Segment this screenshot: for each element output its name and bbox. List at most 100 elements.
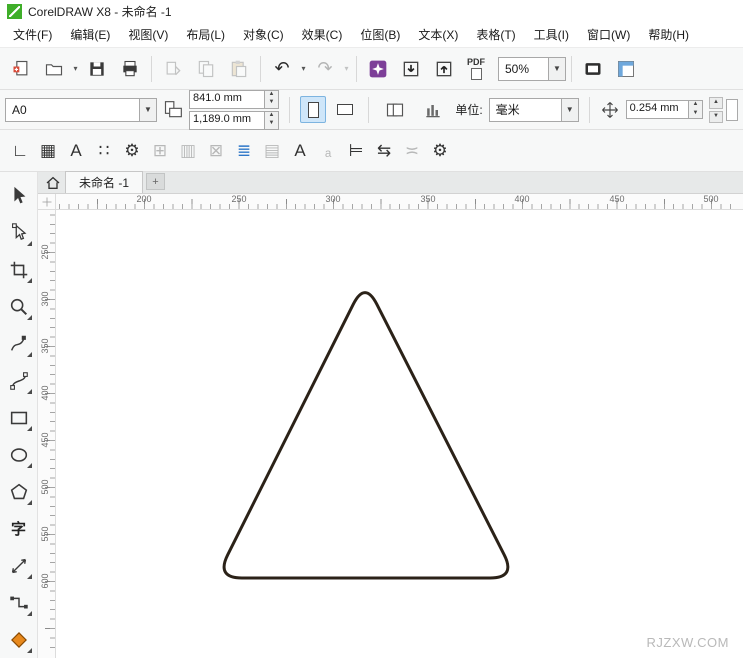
page-width-input[interactable]: 841.0 mm ▲▼ <box>189 90 279 109</box>
chevron-down-icon[interactable]: ▼ <box>561 99 578 121</box>
fullscreen-preview-button[interactable] <box>577 53 609 85</box>
publish-pdf-button[interactable]: PDF <box>461 54 491 84</box>
step-down-icon[interactable]: ▼ <box>265 99 278 108</box>
clipped-toolbar-button[interactable] <box>726 99 738 121</box>
text-format-icon[interactable]: A <box>64 141 88 161</box>
page-width-stepper[interactable]: ▲▼ <box>264 91 278 108</box>
shape-tool[interactable] <box>2 214 36 251</box>
step-up-icon[interactable]: ▲ <box>709 97 723 109</box>
connector-tool[interactable] <box>2 584 36 621</box>
page-height-stepper[interactable]: ▲▼ <box>264 112 278 129</box>
nudge-distance-input[interactable]: 0.254 mm ▲▼ <box>626 100 703 119</box>
distribute-icon[interactable]: ≍ <box>400 141 424 161</box>
page-size-preset-select[interactable]: A0 ▼ <box>5 98 157 122</box>
search-content-button[interactable] <box>362 53 394 85</box>
nudge-stepper[interactable]: ▲▼ <box>688 101 702 118</box>
drawing-canvas[interactable]: RJZXW.COM <box>56 210 743 658</box>
save-button[interactable] <box>81 53 113 85</box>
zoom-level-select[interactable]: 50% ▼ <box>498 57 566 81</box>
bezier-tool[interactable] <box>2 362 36 399</box>
print-button[interactable] <box>114 53 146 85</box>
duplicate-distance-stepper[interactable]: ▲▼ <box>709 97 723 123</box>
crop-tool[interactable] <box>2 251 36 288</box>
menu-item[interactable]: 文件(F) <box>4 22 61 47</box>
step-up-icon[interactable]: ▲ <box>265 91 278 100</box>
vertical-ruler[interactable]: 250300350400450500550600 <box>38 210 56 658</box>
document-tab[interactable]: 未命名 -1 <box>65 171 143 193</box>
paste-button[interactable] <box>223 53 255 85</box>
menu-item[interactable]: 表格(T) <box>467 22 524 47</box>
freehand-tool[interactable] <box>2 325 36 362</box>
export-button[interactable] <box>428 53 460 85</box>
add-page-button[interactable]: + <box>146 173 165 190</box>
document-tab-label: 未命名 -1 <box>79 174 129 191</box>
units-select[interactable]: 毫米 ▼ <box>489 98 579 122</box>
step-up-icon[interactable]: ▲ <box>689 101 702 110</box>
menu-item[interactable]: 对象(C) <box>234 22 293 47</box>
import-button[interactable] <box>395 53 427 85</box>
spacing-icon[interactable]: ⇆ <box>372 141 396 161</box>
current-page-button[interactable] <box>417 94 449 126</box>
chevron-down-icon[interactable]: ▼ <box>548 58 565 80</box>
menu-item[interactable]: 布局(L) <box>177 22 234 47</box>
new-document-button[interactable] <box>5 53 37 85</box>
paragraph-icon[interactable]: ▤ <box>260 141 284 161</box>
step-down-icon[interactable]: ▼ <box>709 111 723 123</box>
ruler-number: 250 <box>231 194 246 204</box>
pdf-label: PDF <box>467 58 485 67</box>
trim-icon[interactable]: ▥ <box>176 141 200 161</box>
zoom-tool[interactable] <box>2 288 36 325</box>
copy-button[interactable] <box>190 53 222 85</box>
menu-item[interactable]: 文本(X) <box>409 22 467 47</box>
ruler-origin[interactable] <box>38 194 56 210</box>
step-up-icon[interactable]: ▲ <box>265 112 278 121</box>
table-grid-icon[interactable]: ▦ <box>36 141 60 161</box>
rectangle-tool[interactable] <box>2 399 36 436</box>
bullet-list-icon[interactable]: ≣ <box>232 141 256 161</box>
page-size-preset-value: A0 <box>6 103 139 117</box>
cut-button[interactable] <box>157 53 189 85</box>
undo-dropdown-icon[interactable]: ▾ <box>299 64 308 73</box>
menu-item[interactable]: 窗口(W) <box>578 22 639 47</box>
weld-icon[interactable]: ⊞ <box>148 141 172 161</box>
redo-dropdown-icon[interactable]: ▾ <box>342 64 351 73</box>
open-button[interactable] <box>38 53 70 85</box>
pick-tool[interactable] <box>2 177 36 214</box>
menu-item[interactable]: 帮助(H) <box>639 22 698 47</box>
chevron-down-icon[interactable]: ▼ <box>139 99 156 121</box>
open-dropdown-icon[interactable]: ▾ <box>71 64 80 73</box>
menu-item[interactable]: 位图(B) <box>351 22 409 47</box>
ellipse-tool[interactable] <box>2 436 36 473</box>
page-height-input[interactable]: 1,189.0 mm ▲▼ <box>189 111 279 130</box>
toolbar-separator <box>289 97 290 123</box>
all-pages-button[interactable] <box>379 94 411 126</box>
dot-grid-icon[interactable]: ∷ <box>92 141 116 161</box>
text-tool[interactable]: 字 <box>2 510 36 547</box>
redo-button[interactable]: ↷ <box>309 53 341 85</box>
intersect-icon[interactable]: ⊠ <box>204 141 228 161</box>
rounded-triangle-shape[interactable] <box>224 293 508 578</box>
menu-item[interactable]: 效果(C) <box>293 22 352 47</box>
dimension-style-icon[interactable]: ∟ <box>8 141 32 161</box>
step-down-icon[interactable]: ▼ <box>689 110 702 119</box>
menu-item[interactable]: 视图(V) <box>119 22 177 47</box>
landscape-orientation-button[interactable] <box>332 96 358 123</box>
ruler-number: 400 <box>514 194 529 204</box>
horizontal-ruler[interactable]: 200250300350400450500 <box>56 194 743 210</box>
home-icon[interactable] <box>41 173 65 193</box>
settings-gear-icon[interactable]: ⚙ <box>120 141 144 161</box>
subscript-icon[interactable]: ₐ <box>316 141 340 161</box>
parallel-dimension-tool[interactable] <box>2 547 36 584</box>
character-icon[interactable]: A <box>288 141 312 161</box>
align-icon[interactable]: ⊨ <box>344 141 368 161</box>
step-down-icon[interactable]: ▼ <box>265 120 278 129</box>
undo-button[interactable]: ↶ <box>266 53 298 85</box>
options-gear-icon[interactable]: ⚙ <box>428 141 452 161</box>
menu-item[interactable]: 工具(I) <box>525 22 578 47</box>
show-rulers-button[interactable] <box>610 53 642 85</box>
polygon-tool[interactable] <box>2 473 36 510</box>
portrait-orientation-button[interactable] <box>300 96 326 123</box>
interactive-fill-tool[interactable] <box>2 621 36 658</box>
ruler-number: 550 <box>40 526 50 542</box>
menu-item[interactable]: 编辑(E) <box>61 22 119 47</box>
